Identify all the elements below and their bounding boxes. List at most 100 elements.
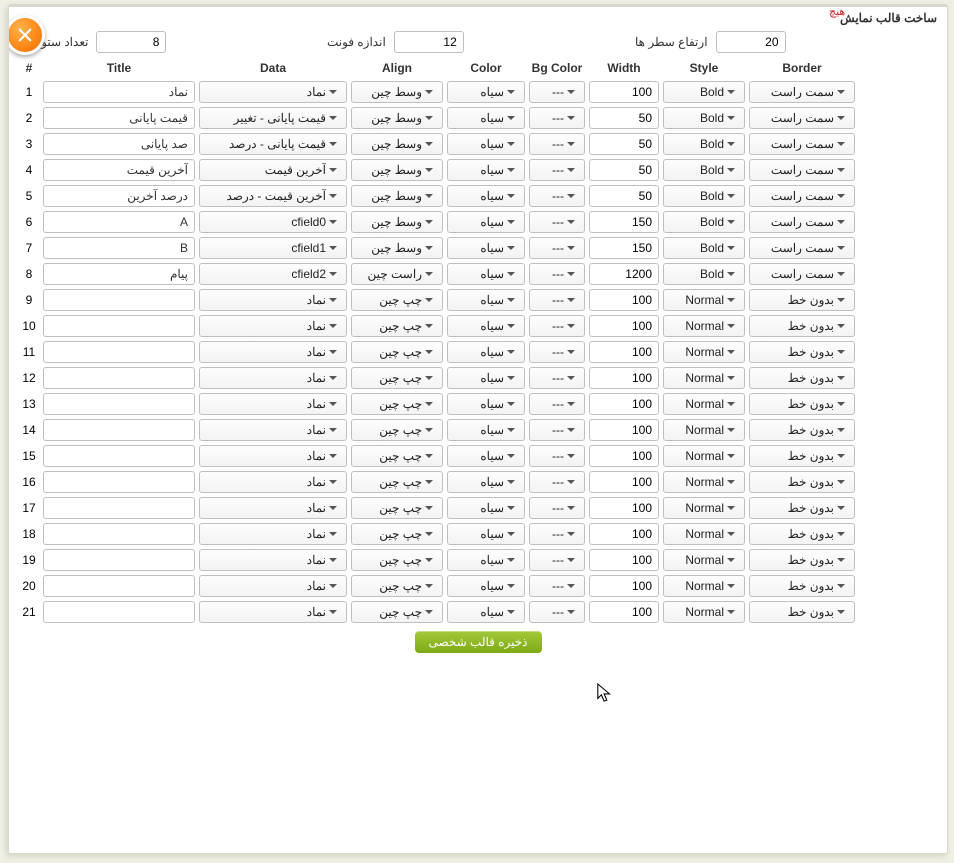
bgcolor-combo[interactable]: --- (529, 211, 585, 233)
style-combo[interactable]: Normal (663, 549, 745, 571)
title-input[interactable] (43, 575, 195, 597)
columns-input[interactable] (96, 31, 166, 53)
width-input[interactable] (589, 393, 659, 415)
align-combo[interactable]: چپ چین (351, 601, 443, 623)
bgcolor-combo[interactable]: --- (529, 471, 585, 493)
width-input[interactable] (589, 107, 659, 129)
align-combo[interactable]: چپ چین (351, 471, 443, 493)
data-combo[interactable]: نماد (199, 601, 347, 623)
bgcolor-combo[interactable]: --- (529, 107, 585, 129)
data-combo[interactable]: آخرین قیمت (199, 159, 347, 181)
border-combo[interactable]: بدون خط (749, 315, 855, 337)
align-combo[interactable]: چپ چین (351, 575, 443, 597)
style-combo[interactable]: Normal (663, 315, 745, 337)
width-input[interactable] (589, 367, 659, 389)
align-combo[interactable]: وسط چین (351, 159, 443, 181)
title-input[interactable] (43, 237, 195, 259)
align-combo[interactable]: چپ چین (351, 289, 443, 311)
align-combo[interactable]: وسط چین (351, 107, 443, 129)
bgcolor-combo[interactable]: --- (529, 341, 585, 363)
style-combo[interactable]: Bold (663, 263, 745, 285)
width-input[interactable] (589, 445, 659, 467)
title-input[interactable] (43, 289, 195, 311)
data-combo[interactable]: نماد (199, 549, 347, 571)
data-combo[interactable]: نماد (199, 471, 347, 493)
data-combo[interactable]: نماد (199, 445, 347, 467)
data-combo[interactable]: آخرین قیمت - درصد (199, 185, 347, 207)
align-combo[interactable]: چپ چین (351, 419, 443, 441)
title-input[interactable] (43, 107, 195, 129)
color-combo[interactable]: سیاه (447, 289, 525, 311)
border-combo[interactable]: سمت راست (749, 211, 855, 233)
color-combo[interactable]: سیاه (447, 159, 525, 181)
width-input[interactable] (589, 237, 659, 259)
bgcolor-combo[interactable]: --- (529, 237, 585, 259)
border-combo[interactable]: بدون خط (749, 367, 855, 389)
align-combo[interactable]: وسط چین (351, 133, 443, 155)
color-combo[interactable]: سیاه (447, 185, 525, 207)
style-combo[interactable]: Bold (663, 81, 745, 103)
width-input[interactable] (589, 419, 659, 441)
color-combo[interactable]: سیاه (447, 523, 525, 545)
style-combo[interactable]: Normal (663, 601, 745, 623)
style-combo[interactable]: Normal (663, 523, 745, 545)
style-combo[interactable]: Bold (663, 159, 745, 181)
width-input[interactable] (589, 471, 659, 493)
data-combo[interactable]: نماد (199, 523, 347, 545)
width-input[interactable] (589, 523, 659, 545)
title-input[interactable] (43, 523, 195, 545)
width-input[interactable] (589, 289, 659, 311)
title-input[interactable] (43, 549, 195, 571)
title-input[interactable] (43, 445, 195, 467)
align-combo[interactable]: چپ چین (351, 341, 443, 363)
data-combo[interactable]: نماد (199, 341, 347, 363)
data-combo[interactable]: نماد (199, 315, 347, 337)
color-combo[interactable]: سیاه (447, 81, 525, 103)
save-template-button[interactable]: ذخیره قالب شخصی (415, 631, 542, 653)
title-input[interactable] (43, 601, 195, 623)
bgcolor-combo[interactable]: --- (529, 289, 585, 311)
width-input[interactable] (589, 341, 659, 363)
data-combo[interactable]: قیمت پایانی - تغییر (199, 107, 347, 129)
color-combo[interactable]: سیاه (447, 315, 525, 337)
width-input[interactable] (589, 211, 659, 233)
color-combo[interactable]: سیاه (447, 497, 525, 519)
color-combo[interactable]: سیاه (447, 575, 525, 597)
border-combo[interactable]: سمت راست (749, 263, 855, 285)
bgcolor-combo[interactable]: --- (529, 367, 585, 389)
align-combo[interactable]: چپ چین (351, 393, 443, 415)
data-combo[interactable]: نماد (199, 81, 347, 103)
style-combo[interactable]: Bold (663, 237, 745, 259)
style-combo[interactable]: Normal (663, 393, 745, 415)
align-combo[interactable]: چپ چین (351, 497, 443, 519)
bgcolor-combo[interactable]: --- (529, 419, 585, 441)
align-combo[interactable]: چپ چین (351, 523, 443, 545)
align-combo[interactable]: وسط چین (351, 211, 443, 233)
align-combo[interactable]: راست چین (351, 263, 443, 285)
color-combo[interactable]: سیاه (447, 341, 525, 363)
width-input[interactable] (589, 497, 659, 519)
border-combo[interactable]: بدون خط (749, 523, 855, 545)
style-combo[interactable]: Normal (663, 341, 745, 363)
style-combo[interactable]: Normal (663, 445, 745, 467)
border-combo[interactable]: سمت راست (749, 159, 855, 181)
title-input[interactable] (43, 133, 195, 155)
color-combo[interactable]: سیاه (447, 393, 525, 415)
bgcolor-combo[interactable]: --- (529, 185, 585, 207)
border-combo[interactable]: بدون خط (749, 549, 855, 571)
color-combo[interactable]: سیاه (447, 107, 525, 129)
title-input[interactable] (43, 393, 195, 415)
color-combo[interactable]: سیاه (447, 445, 525, 467)
bgcolor-combo[interactable]: --- (529, 81, 585, 103)
title-input[interactable] (43, 211, 195, 233)
data-combo[interactable]: cfield0 (199, 211, 347, 233)
color-combo[interactable]: سیاه (447, 419, 525, 441)
width-input[interactable] (589, 549, 659, 571)
border-combo[interactable]: بدون خط (749, 471, 855, 493)
style-combo[interactable]: Bold (663, 185, 745, 207)
bgcolor-combo[interactable]: --- (529, 549, 585, 571)
width-input[interactable] (589, 601, 659, 623)
align-combo[interactable]: وسط چین (351, 237, 443, 259)
bgcolor-combo[interactable]: --- (529, 497, 585, 519)
width-input[interactable] (589, 133, 659, 155)
